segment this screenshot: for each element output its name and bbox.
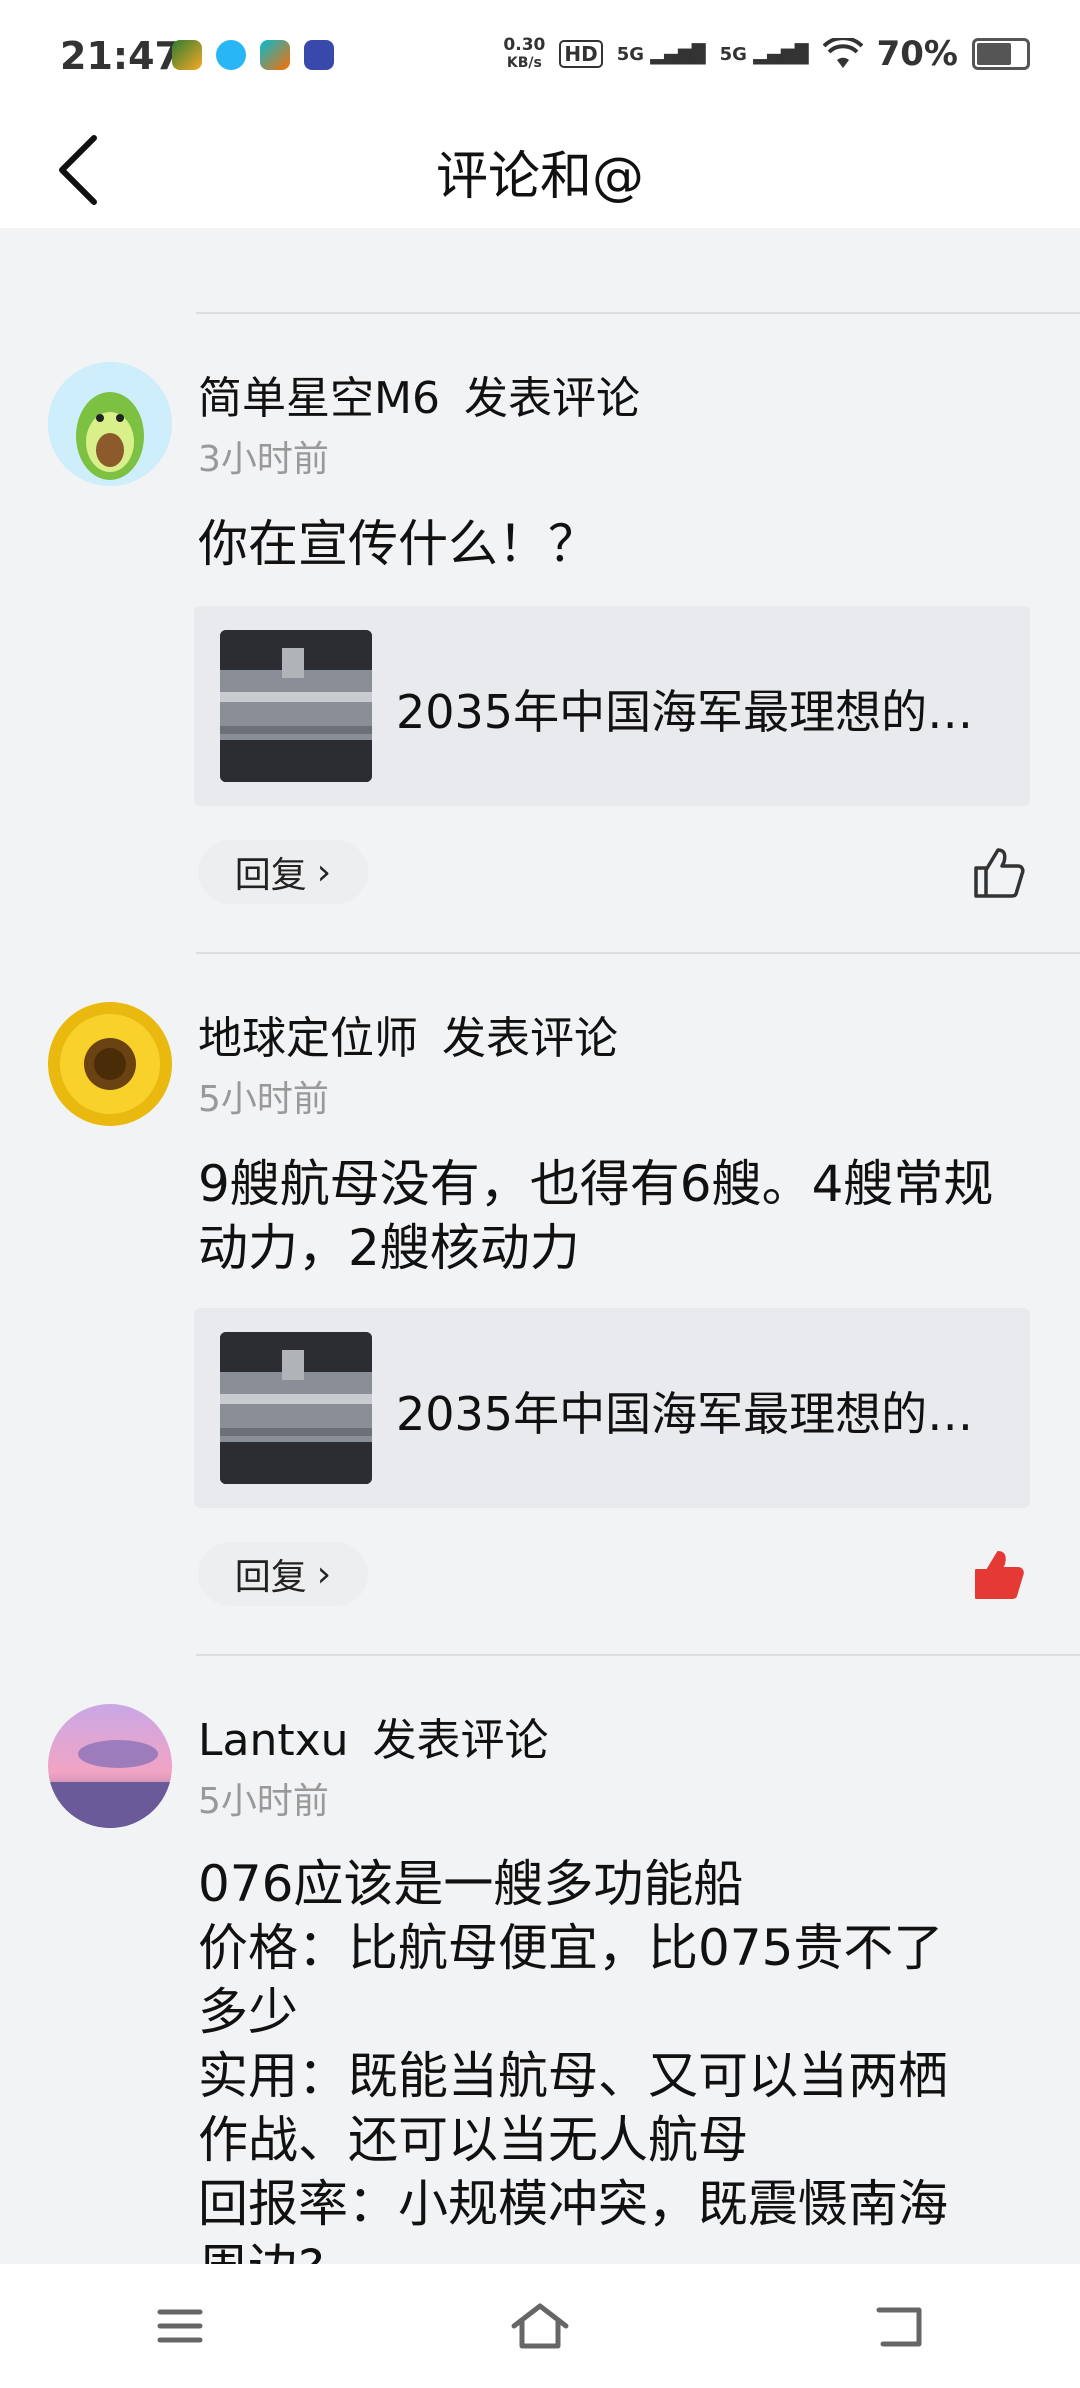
page-title: 评论和@ xyxy=(435,147,644,207)
signal-2: 5G ▂▄▆█ xyxy=(719,43,809,65)
net-speed-unit: KB/s xyxy=(506,55,542,71)
comment-text: 你在宣传什么！？ xyxy=(198,515,598,573)
avatar[interactable] xyxy=(48,362,172,486)
title-bar: 评论和@ xyxy=(0,112,1080,228)
sunflower-avatar-icon xyxy=(48,1002,172,1126)
menu-button[interactable] xyxy=(140,2286,220,2366)
comment-text: 076应该是一艘多功能船 价格：比航母便宜，比075贵不了 多少 实用：既能当航… xyxy=(198,1852,1028,2300)
net-speed: 0.30 KB/s xyxy=(503,36,545,72)
username-line: 地球定位师 发表评论 xyxy=(198,1002,618,1066)
comment-text: 9艘航母没有，也得有6艘。4艘常规动力，2艘核动力 xyxy=(198,1155,994,1277)
comment-line: 076应该是一艘多功能船 xyxy=(198,1855,744,1913)
referenced-article[interactable]: 2035年中国海军最理想的… xyxy=(194,1308,1030,1508)
article-thumbnail xyxy=(220,630,372,782)
signal-1-label: 5G xyxy=(616,43,645,65)
avocado-avatar-icon xyxy=(48,362,172,486)
comment-time: 5小时前 xyxy=(198,1079,329,1120)
comment-action: 发表评论 xyxy=(372,1715,549,1766)
comment-action: 发表评论 xyxy=(463,373,640,424)
article-title: 2035年中国海军最理想的… xyxy=(396,1387,974,1441)
back-nav-button[interactable] xyxy=(860,2286,940,2366)
comment-line: 多少 xyxy=(198,1983,298,2041)
home-button[interactable] xyxy=(500,2286,580,2366)
menu-icon xyxy=(157,2309,203,2343)
sunset-avatar-icon xyxy=(48,1704,172,1828)
username-line: Lantxu 发表评论 xyxy=(198,1704,549,1768)
battery-icon xyxy=(972,38,1030,70)
article-title: 2035年中国海军最理想的… xyxy=(396,685,974,739)
avatar[interactable] xyxy=(48,1704,172,1828)
divider xyxy=(196,952,1080,954)
system-nav-bar xyxy=(0,2264,1080,2388)
username[interactable]: 简单星空M6 xyxy=(198,373,440,424)
app-icon-4 xyxy=(304,40,334,70)
comment-line: 回报率：小规模冲突，既震慑南海 xyxy=(198,2175,948,2233)
chevron-right-icon: › xyxy=(316,1553,332,1595)
article-thumbnail xyxy=(220,1332,372,1484)
comment-action: 发表评论 xyxy=(442,1013,618,1064)
like-icon[interactable] xyxy=(970,844,1026,900)
chevron-right-icon: › xyxy=(316,851,332,893)
notification-icons xyxy=(172,40,334,70)
avatar[interactable] xyxy=(48,1002,172,1126)
comment-line: 实用：既能当航母、又可以当两栖 xyxy=(198,2047,948,2105)
home-icon xyxy=(511,2303,569,2349)
reply-label: 回复 xyxy=(234,855,307,896)
wifi-icon xyxy=(822,38,863,68)
net-speed-value: 0.30 xyxy=(503,35,546,55)
username[interactable]: Lantxu xyxy=(198,1715,349,1766)
reply-button[interactable]: 回复 › xyxy=(198,1542,368,1606)
comment-line: 价格：比航母便宜，比075贵不了 xyxy=(198,1919,944,1977)
signal-1: 5G ▂▄▆█ xyxy=(616,43,706,65)
back-nav-icon xyxy=(876,2307,922,2347)
app-icon-3 xyxy=(260,40,290,70)
divider xyxy=(196,312,1080,314)
signal-2-label: 5G xyxy=(719,43,747,65)
reply-label: 回复 xyxy=(234,1557,307,1598)
app-icon-1 xyxy=(172,40,202,70)
hd-badge: HD xyxy=(559,40,603,68)
comment-line: 作战、还可以当无人航母 xyxy=(198,2111,748,2169)
comment-time: 3小时前 xyxy=(198,439,329,480)
reply-button[interactable]: 回复 › xyxy=(198,840,368,904)
comment-time: 5小时前 xyxy=(198,1781,329,1822)
app-icon-2 xyxy=(216,40,246,70)
status-bar: 21:47 0.30 KB/s HD 5G ▂▄▆█ 5G ▂▄▆█ 70% xyxy=(0,0,1080,112)
status-time: 21:47 xyxy=(60,34,181,78)
username-line: 简单星空M6 发表评论 xyxy=(198,362,640,426)
liked-icon[interactable] xyxy=(970,1546,1026,1602)
username[interactable]: 地球定位师 xyxy=(198,1013,418,1064)
divider xyxy=(196,1654,1080,1656)
battery-percent: 70% xyxy=(876,34,958,74)
referenced-article[interactable]: 2035年中国海军最理想的… xyxy=(194,606,1030,806)
